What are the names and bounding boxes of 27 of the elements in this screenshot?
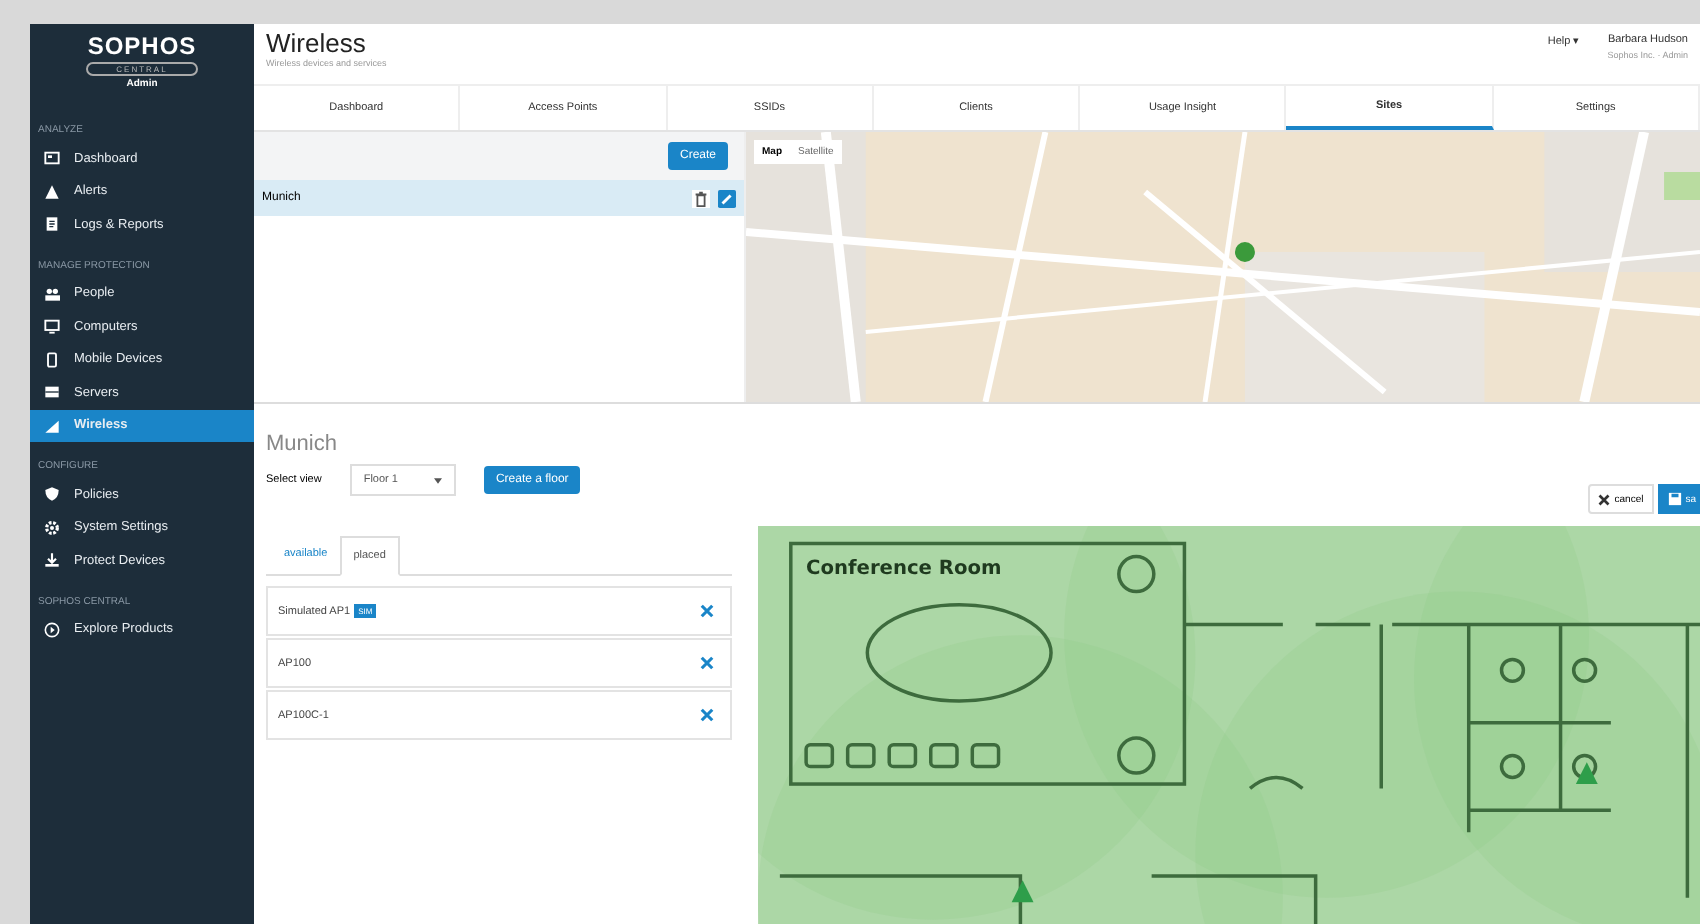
alert-icon	[44, 183, 60, 200]
page-title: Wireless	[266, 28, 368, 58]
close-icon	[700, 656, 714, 670]
remove-button[interactable]	[700, 604, 714, 618]
close-icon	[700, 708, 714, 722]
mobile-icon	[44, 351, 60, 368]
server-icon	[44, 384, 60, 401]
gear-icon	[44, 519, 60, 536]
logs-icon	[44, 216, 60, 233]
access-point-icon[interactable]	[1011, 880, 1034, 903]
computer-icon	[44, 318, 60, 335]
trash-icon[interactable]	[692, 189, 710, 207]
download-icon	[44, 552, 60, 569]
site-title: Munich	[266, 432, 339, 456]
remove-button[interactable]	[700, 656, 714, 670]
shield-icon	[44, 486, 60, 503]
dash-icon	[44, 150, 60, 167]
close-icon	[700, 604, 714, 618]
brand-logo: SOPHOS	[87, 32, 197, 60]
access-point-icon[interactable]	[1575, 762, 1598, 785]
save-icon	[1667, 492, 1682, 506]
remove-button[interactable]	[700, 708, 714, 722]
caret-icon	[433, 477, 442, 483]
people-icon	[44, 285, 60, 302]
room-label: Conference Room	[806, 558, 1002, 581]
close-icon	[1598, 493, 1611, 505]
edit-icon[interactable]	[718, 189, 736, 207]
